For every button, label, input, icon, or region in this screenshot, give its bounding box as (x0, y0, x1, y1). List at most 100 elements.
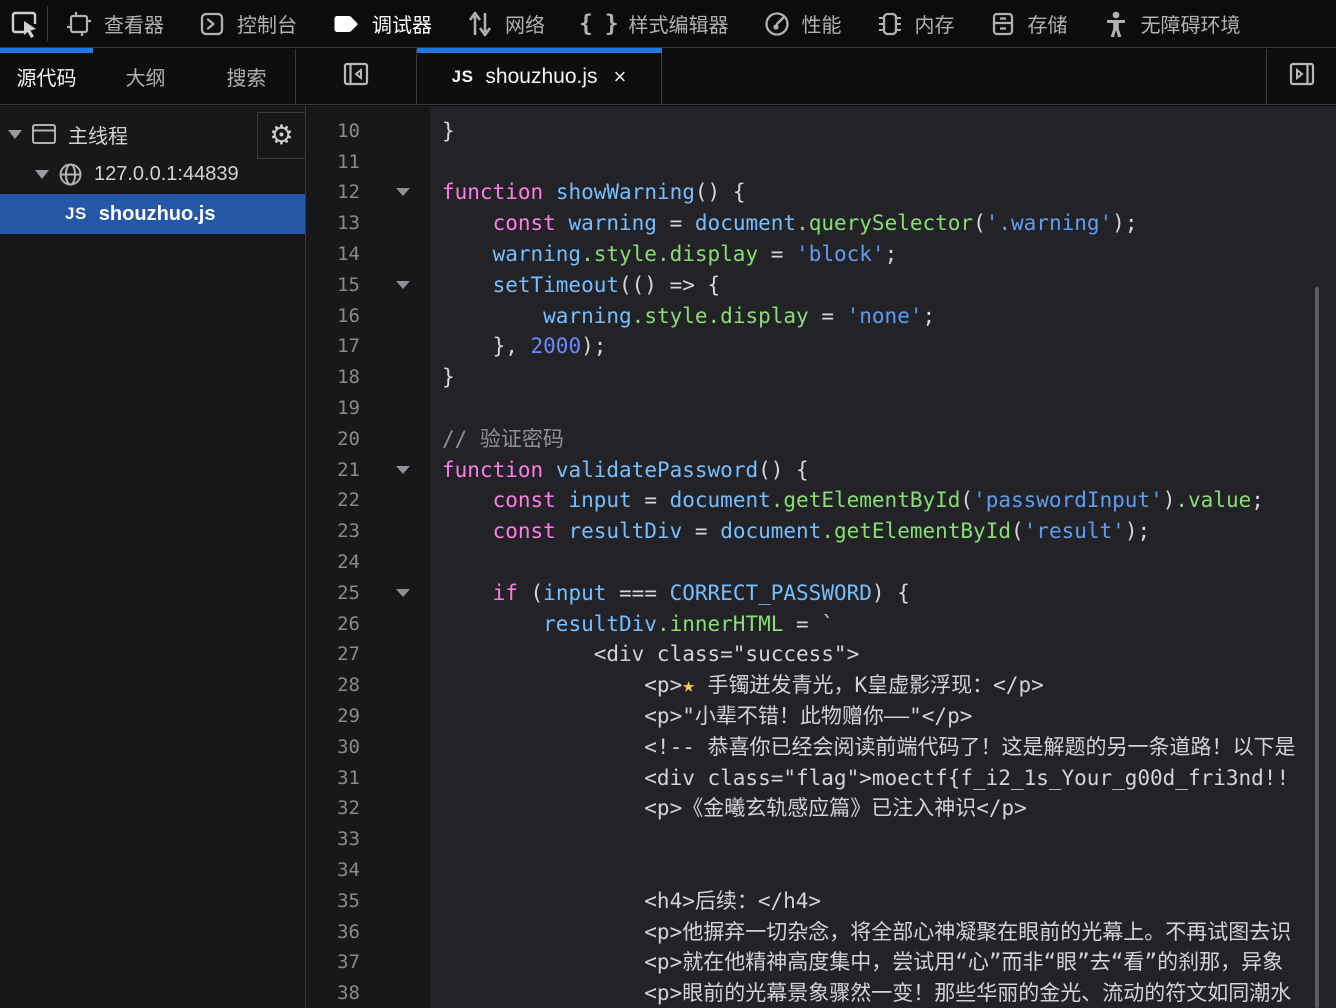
line-number[interactable]: 26 (306, 609, 360, 640)
code-line[interactable] (430, 824, 442, 855)
gutter-fold-cell (360, 917, 430, 948)
code-line[interactable]: resultDiv.innerHTML = ` (430, 609, 834, 640)
tab-sources[interactable]: 源代码 (0, 49, 93, 104)
fold-toggle-icon[interactable] (396, 281, 410, 289)
tab-memory[interactable]: 内存 (859, 0, 972, 47)
tab-label: 查看器 (104, 9, 164, 38)
code-line[interactable]: } (430, 116, 455, 147)
line-number[interactable]: 11 (306, 147, 360, 178)
code-line[interactable]: <p>就在他精神高度集中，尝试用“心”而非“眼”去“看”的刹那，异象 (430, 947, 1283, 978)
gutter-fold-cell (360, 947, 430, 978)
tab-network[interactable]: 网络 (449, 0, 562, 47)
sources-settings-button[interactable]: ⚙ (257, 112, 305, 159)
pick-element-button[interactable] (0, 0, 47, 47)
line-number[interactable]: 25 (306, 578, 360, 609)
line-number[interactable]: 38 (306, 978, 360, 1008)
code-line-row: 27 <div class="success"> (306, 639, 1336, 670)
tab-performance[interactable]: 性能 (746, 0, 859, 47)
line-number[interactable]: 14 (306, 239, 360, 270)
code-line[interactable]: warning.style.display = 'none'; (430, 301, 935, 332)
code-line[interactable]: <p>"小辈不错！此物赠你——"</p> (430, 701, 972, 732)
line-number[interactable]: 29 (306, 701, 360, 732)
line-number[interactable]: 30 (306, 732, 360, 763)
code-line[interactable] (430, 147, 442, 178)
line-number[interactable]: 15 (306, 270, 360, 301)
code-line[interactable] (430, 855, 442, 886)
line-number[interactable]: 20 (306, 424, 360, 455)
line-number[interactable]: 31 (306, 763, 360, 794)
code-line[interactable]: // 验证密码 (430, 424, 564, 455)
gutter-fold-cell (360, 301, 430, 332)
tab-debugger[interactable]: 调试器 (314, 0, 449, 47)
tab-outline[interactable]: 大纲 (93, 49, 198, 104)
code-line[interactable]: <p>★ 手镯迸发青光，K皇虚影浮现：</p> (430, 670, 1044, 701)
code-line[interactable]: <div class="success"> (430, 639, 859, 670)
tab-console[interactable]: 控制台 (181, 0, 314, 47)
code-line[interactable] (430, 85, 442, 116)
line-number[interactable]: 13 (306, 208, 360, 239)
line-number[interactable]: 36 (306, 917, 360, 948)
line-number[interactable]: 10 (306, 116, 360, 147)
code-line[interactable]: <h4>后续：</h4> (430, 886, 821, 917)
code-line-row: 26 resultDiv.innerHTML = ` (306, 609, 1336, 640)
line-number[interactable]: 34 (306, 855, 360, 886)
thread-label: 主线程 (68, 120, 128, 149)
code-line-row: 30 <!-- 恭喜你已经会阅读前端代码了！这是解题的另一条道路！以下是 (306, 732, 1336, 763)
code-line[interactable]: } (430, 362, 455, 393)
inspector-icon (65, 10, 93, 38)
code-line[interactable] (430, 393, 442, 424)
code-line[interactable]: <!-- 恭喜你已经会阅读前端代码了！这是解题的另一条道路！以下是 (430, 732, 1296, 763)
line-number[interactable]: 28 (306, 670, 360, 701)
twisty-down-icon[interactable] (35, 170, 49, 179)
code-line[interactable]: const resultDiv = document.getElementByI… (430, 516, 1150, 547)
line-number[interactable]: 37 (306, 947, 360, 978)
tree-item-file-shouzhuo[interactable]: JS shouzhuo.js (0, 194, 305, 234)
code-line[interactable]: <p>眼前的光幕景象骤然一变！那些华丽的金光、流动的符文如同潮水 (430, 978, 1291, 1008)
tab-search[interactable]: 搜索 (198, 49, 295, 104)
vertical-scrollbar[interactable] (1315, 287, 1319, 1008)
line-number[interactable]: 12 (306, 177, 360, 208)
code-line[interactable] (430, 547, 442, 578)
line-number[interactable] (306, 85, 360, 116)
gutter-fold-cell (360, 239, 430, 270)
host-label: 127.0.0.1:44839 (94, 163, 239, 186)
line-number[interactable]: 21 (306, 455, 360, 486)
fold-toggle-icon[interactable] (396, 589, 410, 597)
tab-storage[interactable]: 存储 (972, 0, 1085, 47)
code-line[interactable]: if (input === CORRECT_PASSWORD) { (430, 578, 910, 609)
code-line[interactable]: function validatePassword() { (430, 455, 809, 486)
line-number[interactable]: 22 (306, 485, 360, 516)
tab-style-editor[interactable]: { } 样式编辑器 (562, 0, 746, 47)
gutter-fold-cell (360, 855, 430, 886)
line-number[interactable]: 18 (306, 362, 360, 393)
code-line[interactable]: <p>他摒弃一切杂念，将全部心神凝聚在眼前的光幕上。不再试图去识 (430, 917, 1291, 948)
line-number[interactable]: 24 (306, 547, 360, 578)
code-line[interactable]: function showWarning() { (430, 177, 745, 208)
line-number[interactable]: 17 (306, 331, 360, 362)
twisty-down-icon[interactable] (8, 130, 22, 139)
code-line[interactable]: <p>《金曦玄轨感应篇》已注入神识</p> (430, 793, 1027, 824)
line-number[interactable]: 32 (306, 793, 360, 824)
tab-inspector[interactable]: 查看器 (48, 0, 181, 47)
gutter-fold-cell (360, 609, 430, 640)
code-line-row: 11 (306, 147, 1336, 178)
line-number[interactable]: 33 (306, 824, 360, 855)
line-number[interactable]: 27 (306, 639, 360, 670)
fold-toggle-icon[interactable] (396, 466, 410, 474)
tree-item-host[interactable]: 127.0.0.1:44839 (0, 154, 305, 194)
line-number[interactable]: 16 (306, 301, 360, 332)
code-line[interactable]: const input = document.getElementById('p… (430, 485, 1264, 516)
code-line[interactable]: }, 2000); (430, 331, 606, 362)
line-number[interactable]: 19 (306, 393, 360, 424)
code-line[interactable]: <div class="flag">moectf{f_i2_1s_Your_g0… (430, 763, 1289, 794)
tab-sources-label: 源代码 (17, 62, 77, 91)
gutter-fold-cell (360, 85, 430, 116)
line-number[interactable]: 35 (306, 886, 360, 917)
accessibility-icon (1102, 9, 1130, 39)
tab-accessibility[interactable]: 无障碍环境 (1085, 0, 1258, 47)
code-line[interactable]: setTimeout(() => { (430, 270, 720, 301)
code-line[interactable]: const warning = document.querySelector('… (430, 208, 1137, 239)
fold-toggle-icon[interactable] (396, 188, 410, 196)
line-number[interactable]: 23 (306, 516, 360, 547)
code-line[interactable]: warning.style.display = 'block'; (430, 239, 897, 270)
